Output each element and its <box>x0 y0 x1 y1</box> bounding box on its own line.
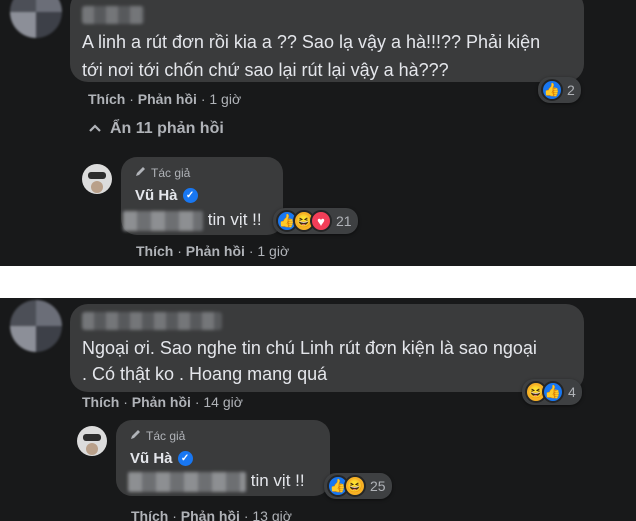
hide-replies-label: Ẩn 11 phản hồi <box>110 120 224 137</box>
reply-link[interactable]: Phản hồi <box>181 508 240 521</box>
reply-text-content: tin vịt !! <box>207 210 262 229</box>
commenter-name-redacted[interactable] <box>82 6 144 24</box>
top-comment-panel: A linh a rút đơn rồi kia a ?? Sao lạ vậy… <box>0 0 636 266</box>
pencil-icon <box>135 165 147 180</box>
reply-bubble: Tác giả Vũ Hà ✓ tin vịt !! <box>116 420 330 496</box>
redacted-text <box>123 210 203 231</box>
reply-reactions[interactable]: 👍 😆 25 <box>324 473 392 499</box>
separator-dot: · <box>129 91 134 107</box>
author-avatar[interactable] <box>82 164 112 194</box>
reply-link[interactable]: Phản hồi <box>138 91 197 107</box>
author-badge-label: Tác giả <box>151 165 191 180</box>
like-link[interactable]: Thích <box>131 508 168 521</box>
verified-check-icon: ✓ <box>182 188 198 203</box>
author-badge: Tác giả <box>130 428 185 443</box>
redacted-text <box>128 471 246 492</box>
verified-check-icon: ✓ <box>177 451 193 466</box>
reaction-count: 2 <box>567 82 575 98</box>
thumbs-up-icon: 👍 <box>542 381 564 403</box>
reply-link[interactable]: Phản hồi <box>186 243 245 259</box>
reply-actions: Thích · Phản hồi · 1 giờ <box>136 243 289 259</box>
comment-reactions[interactable]: 😆 👍 4 <box>522 379 582 405</box>
reply-reactions[interactable]: 👍 😆 ♥ 21 <box>273 208 358 234</box>
author-badge: Tác giả <box>135 165 190 180</box>
reply-text-content: tin vịt !! <box>250 471 305 490</box>
separator-dot: · <box>200 91 206 107</box>
chevron-up-icon <box>88 120 102 138</box>
comment-time[interactable]: 1 giờ <box>209 91 241 107</box>
pencil-icon <box>130 428 142 443</box>
comment-actions: Thích · Phản hồi · 1 giờ <box>88 91 241 107</box>
comment-reactions[interactable]: 👍 2 <box>538 77 581 103</box>
like-link[interactable]: Thích <box>88 91 125 107</box>
comment-text-line-2: tới nơi tới chốn chứ sao lại rút lại vậy… <box>82 60 449 80</box>
author-badge-label: Tác giả <box>146 428 186 443</box>
comment-bubble: A linh a rút đơn rồi kia a ?? Sao lạ vậy… <box>70 0 584 82</box>
reply-time[interactable]: 1 giờ <box>257 243 289 259</box>
like-link[interactable]: Thích <box>82 394 119 410</box>
bottom-comment-panel: Ngoại ơi. Sao nghe tin chú Linh rút đơn … <box>0 298 636 521</box>
author-name-text: Vũ Hà <box>135 187 178 204</box>
reply-text: tin vịt !! <box>123 205 262 234</box>
reaction-count: 4 <box>568 384 576 400</box>
comment-actions: Thích · Phản hồi · 14 giờ <box>82 394 243 410</box>
commenter-name-redacted[interactable] <box>82 312 222 330</box>
separator-dot: · <box>172 508 177 521</box>
thumbs-up-icon: 👍 <box>541 79 563 101</box>
laughing-face-icon: 😆 <box>344 475 366 497</box>
separator-dot: · <box>243 508 249 521</box>
separator-dot: · <box>194 394 200 410</box>
commenter-avatar[interactable] <box>10 300 62 352</box>
separator-dot: · <box>177 243 182 259</box>
comment-time[interactable]: 14 giờ <box>203 394 243 410</box>
comment-text-line-2: . Có thật ko . Hoang mang quá <box>82 364 328 384</box>
author-name[interactable]: Vũ Hà ✓ <box>135 187 198 204</box>
author-avatar[interactable] <box>77 426 107 456</box>
comment-text-line-1: A linh a rút đơn rồi kia a ?? Sao lạ vậy… <box>82 32 541 52</box>
comment-bubble: Ngoại ơi. Sao nghe tin chú Linh rút đơn … <box>70 304 584 392</box>
reaction-count: 25 <box>370 478 386 494</box>
reply-text: tin vịt !! <box>128 466 305 495</box>
reply-bubble: Tác giả Vũ Hà ✓ tin vịt !! <box>121 157 283 235</box>
reaction-count: 21 <box>336 213 352 229</box>
commenter-avatar[interactable] <box>10 0 62 38</box>
comment-text-line-1: Ngoại ơi. Sao nghe tin chú Linh rút đơn … <box>82 338 537 358</box>
hide-replies-toggle[interactable]: Ẩn 11 phản hồi <box>88 120 224 138</box>
author-name[interactable]: Vũ Hà ✓ <box>130 450 193 467</box>
reply-actions: Thích · Phản hồi · 13 giờ <box>131 508 292 521</box>
reply-time[interactable]: 13 giờ <box>252 508 292 521</box>
author-name-text: Vũ Hà <box>130 450 173 467</box>
heart-icon: ♥ <box>310 210 332 232</box>
like-link[interactable]: Thích <box>136 243 173 259</box>
separator-dot: · <box>123 394 128 410</box>
reply-link[interactable]: Phản hồi <box>132 394 191 410</box>
separator-dot: · <box>248 243 254 259</box>
